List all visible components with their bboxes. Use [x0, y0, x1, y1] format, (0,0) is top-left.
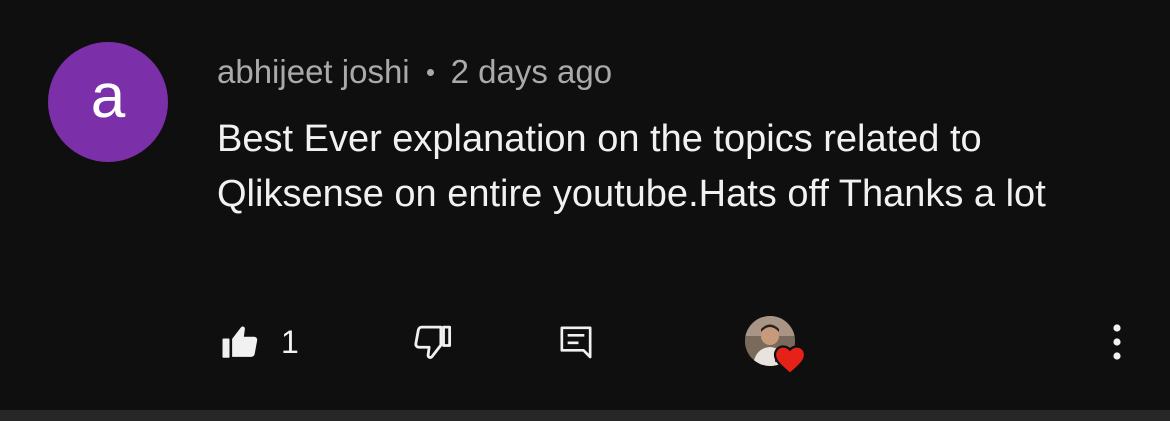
comment-actions: 1 [0, 312, 1170, 376]
comment-header: abhijeet joshi 2 days ago [217, 52, 612, 92]
dislike-button[interactable] [405, 312, 461, 372]
comment-reply-icon [560, 326, 592, 359]
section-divider [0, 410, 1170, 421]
comment-item: a abhijeet joshi 2 days ago Best Ever ex… [0, 0, 1170, 410]
avatar-letter: a [90, 62, 126, 131]
thumbs-down-icon [414, 325, 452, 359]
more-options-button[interactable] [1095, 312, 1139, 372]
thumbs-up-filled-icon [222, 326, 258, 358]
like-button[interactable] [212, 312, 268, 372]
author-name[interactable]: abhijeet joshi [217, 53, 410, 91]
comment-timestamp[interactable]: 2 days ago [451, 53, 612, 91]
separator-dot [426, 68, 434, 76]
creator-heart [745, 316, 809, 380]
more-vertical-icon [1113, 324, 1121, 360]
reply-button[interactable] [548, 312, 604, 372]
author-avatar[interactable]: a [48, 42, 168, 162]
heart-icon [773, 345, 807, 376]
like-count: 1 [281, 323, 299, 360]
comment-text: Best Ever explanation on the topics rela… [217, 118, 1046, 215]
